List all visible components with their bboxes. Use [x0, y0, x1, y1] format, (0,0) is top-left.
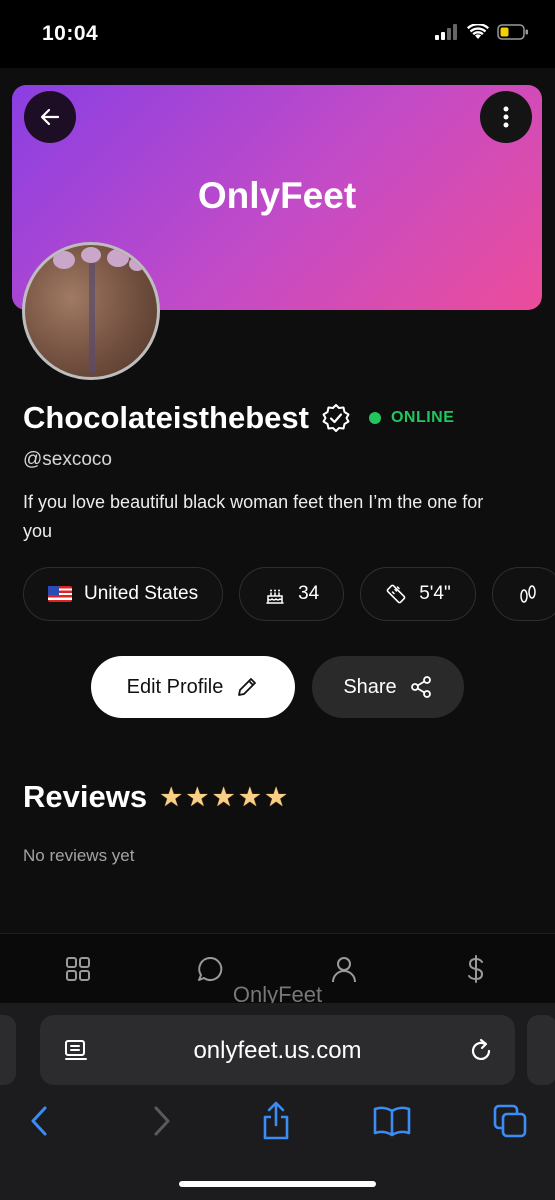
- star-icon: ★: [211, 781, 236, 812]
- status-icons: [435, 24, 529, 40]
- wifi-icon: [467, 24, 489, 39]
- previous-tab-preview[interactable]: [0, 1015, 16, 1085]
- forward-nav-icon[interactable]: [139, 1099, 183, 1143]
- country-label: United States: [84, 583, 199, 604]
- browser-toolbar: onlyfeet.us.com: [0, 1003, 555, 1200]
- chat-icon[interactable]: [193, 952, 227, 986]
- name-row: Chocolateisthebest ONLINE: [23, 400, 454, 436]
- share-sheet-icon[interactable]: [254, 1099, 298, 1143]
- age-label: 34: [298, 583, 320, 604]
- more-vertical-icon: [503, 106, 509, 128]
- cake-icon: [266, 589, 284, 604]
- online-status: ONLINE: [390, 409, 455, 426]
- us-flag-icon: [48, 586, 72, 602]
- pencil-icon: [238, 678, 257, 696]
- signal-icon: [435, 24, 457, 40]
- ruler-icon: [386, 584, 406, 604]
- more-options-button[interactable]: [480, 91, 532, 143]
- shoe-size-chip[interactable]: [491, 567, 555, 621]
- height-chip[interactable]: 5'4": [360, 567, 476, 621]
- reload-icon[interactable]: [467, 1037, 495, 1065]
- profile-page: OnlyFeet Chocolateisthebest ONLINE @sexc…: [0, 68, 555, 933]
- profile-chips: United States 34 5'4": [23, 567, 555, 621]
- status-time: 10:04: [42, 22, 99, 45]
- star-icon: ★: [185, 781, 210, 812]
- home-indicator: [179, 1181, 376, 1187]
- profile-username: Chocolateisthebest: [23, 400, 309, 435]
- url-bar[interactable]: onlyfeet.us.com: [40, 1015, 515, 1085]
- share-button[interactable]: Share: [312, 656, 464, 718]
- height-label: 5'4": [419, 583, 451, 604]
- profile-avatar[interactable]: [22, 242, 160, 380]
- url-text: onlyfeet.us.com: [193, 1037, 362, 1064]
- star-icon: ★: [159, 781, 184, 812]
- back-button[interactable]: [24, 91, 76, 143]
- dollar-icon[interactable]: [459, 952, 493, 986]
- grid-icon[interactable]: [61, 952, 95, 986]
- rating-stars: ★ ★ ★ ★ ★: [159, 782, 288, 813]
- banner-title: OnlyFeet: [197, 175, 357, 216]
- country-chip[interactable]: United States: [23, 567, 224, 621]
- profile-handle: @sexcoco: [23, 449, 112, 470]
- next-tab-preview[interactable]: [527, 1015, 555, 1085]
- no-reviews-text: No reviews yet: [23, 846, 135, 865]
- tabs-icon[interactable]: [488, 1099, 532, 1143]
- share-icon: [410, 676, 431, 698]
- back-nav-icon[interactable]: [18, 1099, 62, 1143]
- profile-icon[interactable]: [327, 952, 361, 986]
- bookmarks-icon[interactable]: [370, 1099, 414, 1143]
- share-label: Share: [343, 675, 397, 698]
- arrow-left-icon: [40, 108, 60, 126]
- profile-bio: If you love beautiful black woman feet t…: [23, 492, 484, 541]
- star-icon: ★: [237, 781, 262, 812]
- reviews-title: Reviews: [23, 779, 148, 814]
- bottom-nav: OnlyFeet: [0, 933, 555, 1007]
- status-bar: 10:04: [0, 0, 555, 68]
- reviews-header: Reviews ★ ★ ★ ★ ★: [23, 779, 288, 815]
- edit-profile-label: Edit Profile: [126, 675, 224, 698]
- online-indicator: [368, 412, 381, 424]
- verified-badge-icon: [322, 404, 350, 432]
- star-icon: ★: [263, 781, 289, 812]
- age-chip[interactable]: 34: [239, 567, 345, 621]
- edit-profile-button[interactable]: Edit Profile: [91, 656, 295, 718]
- battery-icon: [497, 24, 528, 40]
- footprint-icon: [519, 585, 536, 603]
